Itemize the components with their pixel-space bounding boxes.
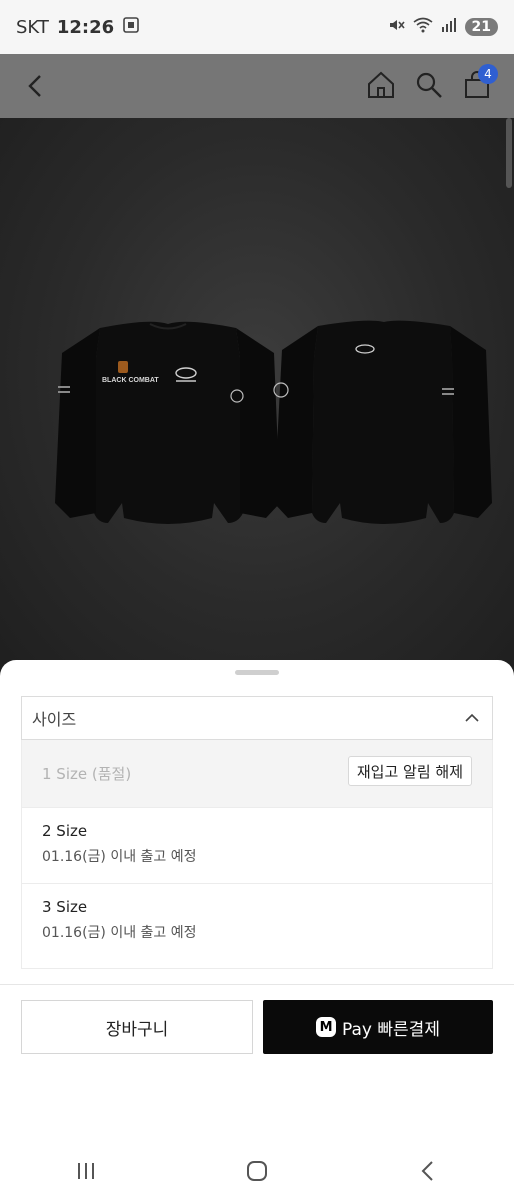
chevron-up-icon	[462, 708, 482, 728]
size-option-list: 1 Size (품절) 재입고 알림 해제 2 Size 01.16(금) 이내…	[21, 740, 493, 969]
app-bar-actions: 4	[364, 64, 498, 102]
mpay-logo-icon: M	[316, 1017, 337, 1037]
size-option[interactable]: 2 Size 01.16(금) 이내 출고 예정	[22, 808, 492, 884]
home-circle-icon	[246, 1161, 267, 1181]
back-sweatshirt	[273, 320, 492, 524]
quick-pay-label: Pay 빠른결제	[342, 1019, 440, 1040]
back-button[interactable]	[22, 72, 50, 100]
carrier-label: SKT	[16, 16, 49, 38]
recent-apps-button[interactable]	[66, 1156, 106, 1186]
option-shipping-date: 01.16(금) 이내 출고 예정	[42, 849, 197, 865]
system-nav-bar	[0, 1142, 514, 1200]
home-icon	[368, 71, 394, 98]
cancel-restock-alert-button[interactable]: 재입고 알림 해제	[347, 756, 472, 786]
size-option[interactable]: 3 Size 01.16(금) 이내 출고 예정	[22, 884, 492, 960]
option-name: 2 Size	[42, 822, 88, 840]
size-select-label: 사이즈	[32, 710, 77, 729]
back-nav-button[interactable]	[408, 1156, 448, 1186]
search-icon	[416, 72, 442, 98]
cart-count-badge: 4	[478, 64, 498, 84]
add-to-cart-button[interactable]: 장바구니	[21, 1000, 253, 1054]
front-sweatshirt: BLACK COMBAT	[55, 321, 280, 524]
back-chevron-icon	[421, 1161, 434, 1181]
search-button[interactable]	[412, 68, 446, 102]
mute-icon	[387, 16, 405, 38]
screenshot-icon	[122, 16, 140, 39]
recent-apps-icon	[77, 1163, 94, 1179]
app-bar: 4	[0, 54, 514, 118]
quick-pay-button[interactable]: M Pay 빠른결제	[263, 1000, 493, 1054]
option-shipping-date: 01.16(금) 이내 출고 예정	[42, 925, 197, 941]
battery-badge: 21	[464, 18, 498, 36]
home-button[interactable]	[364, 68, 398, 102]
size-option-soldout: 1 Size (품절) 재입고 알림 해제	[22, 740, 492, 808]
sweatshirt-image: BLACK COMBAT	[55, 320, 492, 524]
signal-icon	[441, 18, 457, 36]
size-select[interactable]: 사이즈	[21, 696, 493, 740]
clock: 12:26	[56, 16, 115, 38]
scrollbar-thumb[interactable]	[506, 118, 512, 188]
option-name: 1 Size (품절)	[42, 765, 132, 783]
cart-button[interactable]: 4	[460, 64, 498, 102]
front-logo-text: BLACK COMBAT	[102, 377, 159, 384]
option-name: 3 Size	[42, 898, 88, 916]
sheet-drag-handle[interactable]	[235, 670, 279, 675]
divider	[0, 984, 514, 985]
option-bottom-sheet: 사이즈 1 Size (품절) 재입고 알림 해제 2 Size 01.16(금…	[0, 660, 514, 1142]
status-bar: SKT 12:26 21	[0, 0, 514, 54]
back-arrow-icon	[28, 75, 41, 97]
status-right: 21	[387, 16, 498, 38]
status-left: SKT 12:26	[16, 16, 140, 39]
home-nav-button[interactable]	[237, 1156, 277, 1186]
product-image[interactable]: BLACK COMBAT	[0, 118, 514, 678]
wifi-icon	[413, 17, 433, 37]
